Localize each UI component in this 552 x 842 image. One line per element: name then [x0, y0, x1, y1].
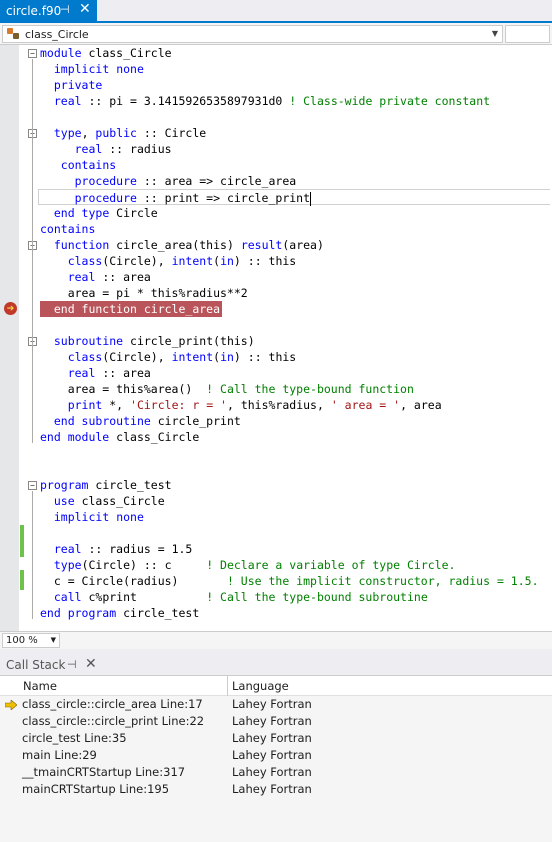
- column-divider[interactable]: [227, 676, 228, 696]
- changed-lines-bar: [20, 570, 24, 590]
- code-line[interactable]: use class_Circle: [40, 493, 165, 509]
- code-line[interactable]: private: [40, 77, 102, 93]
- code-line[interactable]: end subroutine circle_print: [40, 413, 241, 429]
- frame-name: mainCRTStartup Line:195: [22, 782, 170, 796]
- code-line[interactable]: procedure :: area => circle_area: [40, 173, 297, 189]
- frame-name: __tmainCRTStartup Line:317: [22, 765, 186, 779]
- code-line[interactable]: class(Circle), intent(in) :: this: [40, 253, 297, 269]
- document-tab-strip: circle.f90 ⊣ ✕: [0, 0, 552, 23]
- member-dropdown[interactable]: [505, 25, 550, 43]
- editor-status-bar: 100 % ▼: [0, 631, 552, 649]
- zoom-level: 100 %: [6, 635, 38, 646]
- code-line[interactable]: end module class_Circle: [40, 429, 199, 445]
- frame-language: Lahey Fortran: [232, 731, 312, 745]
- pin-icon[interactable]: ⊣: [67, 658, 77, 671]
- code-line[interactable]: real :: radius: [40, 141, 172, 157]
- frame-name: class_circle::circle_area Line:17: [22, 697, 203, 711]
- code-line[interactable]: implicit none: [40, 509, 144, 525]
- call-stack-row[interactable]: main Line:29 Lahey Fortran: [0, 747, 552, 764]
- zoom-dropdown[interactable]: 100 % ▼: [2, 633, 60, 648]
- column-header-name[interactable]: Name: [23, 679, 57, 693]
- code-line[interactable]: program circle_test: [40, 477, 172, 493]
- code-line[interactable]: c = Circle(radius) ! Use the implicit co…: [40, 573, 539, 589]
- close-icon[interactable]: ✕: [85, 656, 97, 672]
- call-stack-row[interactable]: circle_test Line:35 Lahey Fortran: [0, 730, 552, 747]
- code-line[interactable]: call c%print ! Call the type-bound subro…: [40, 589, 428, 605]
- call-stack-title: Call Stack: [6, 658, 66, 672]
- frame-language: Lahey Fortran: [232, 782, 312, 796]
- frame-language: Lahey Fortran: [232, 748, 312, 762]
- chevron-down-icon: ▼: [50, 636, 56, 644]
- code-line[interactable]: area = pi * this%radius**2: [40, 285, 248, 301]
- code-line[interactable]: print *, 'Circle: r = ', this%radius, ' …: [40, 397, 442, 413]
- frame-language: Lahey Fortran: [232, 697, 312, 711]
- code-line[interactable]: subroutine circle_print(this): [40, 333, 255, 349]
- code-line[interactable]: real :: pi = 3.1415926535897931d0 ! Clas…: [40, 93, 490, 109]
- code-line[interactable]: area = this%area() ! Call the type-bound…: [40, 381, 414, 397]
- code-line[interactable]: function circle_area(this) result(area): [40, 237, 324, 253]
- code-line[interactable]: real :: area: [40, 269, 151, 285]
- scope-dropdown-value: class_Circle: [25, 27, 89, 41]
- code-line[interactable]: procedure :: print => circle_print: [38, 189, 550, 206]
- frame-language: Lahey Fortran: [232, 714, 312, 728]
- code-line[interactable]: module class_Circle: [40, 45, 172, 61]
- call-stack-title-bar: Call Stack ⊣ ✕: [0, 654, 552, 676]
- class-icon: [7, 28, 21, 40]
- code-line[interactable]: real :: area: [40, 365, 151, 381]
- call-stack-header: Name Language: [0, 676, 552, 696]
- code-line[interactable]: real :: radius = 1.5: [40, 541, 192, 557]
- code-line[interactable]: contains: [40, 221, 95, 237]
- pin-icon[interactable]: ⊣: [60, 3, 70, 16]
- collapse-icon[interactable]: −: [28, 481, 37, 490]
- frame-name: circle_test Line:35: [22, 731, 127, 745]
- code-line[interactable]: class(Circle), intent(in) :: this: [40, 349, 297, 365]
- changed-lines-bar: [20, 525, 24, 557]
- navigation-bar: class_Circle ▼: [0, 23, 552, 45]
- fold-guide: [32, 59, 33, 443]
- close-icon[interactable]: ✕: [79, 1, 91, 17]
- current-frame-arrow-icon: [4, 699, 18, 711]
- column-header-language[interactable]: Language: [232, 679, 289, 693]
- code-editor[interactable]: ➔ − − − − − module class_Circle implicit…: [0, 45, 552, 631]
- code-line[interactable]: end function circle_area: [40, 301, 223, 317]
- code-line[interactable]: type, public :: Circle: [40, 125, 206, 141]
- call-stack-row[interactable]: __tmainCRTStartup Line:317 Lahey Fortran: [0, 764, 552, 781]
- chevron-down-icon: ▼: [491, 29, 498, 38]
- code-line[interactable]: implicit none: [40, 61, 144, 77]
- document-tab-title: circle.f90: [6, 3, 62, 18]
- code-line[interactable]: type(Circle) :: c ! Declare a variable o…: [40, 557, 456, 573]
- indicator-margin: [0, 45, 19, 631]
- current-statement-arrow-icon[interactable]: ➔: [4, 302, 17, 315]
- call-stack-row[interactable]: mainCRTStartup Line:195 Lahey Fortran: [0, 781, 552, 798]
- fold-guide: [32, 491, 33, 619]
- collapse-icon[interactable]: −: [28, 49, 37, 58]
- call-stack-row[interactable]: class_circle::circle_print Line:22 Lahey …: [0, 713, 552, 730]
- call-stack-row[interactable]: class_circle::circle_area Line:17 Lahey F…: [0, 696, 552, 713]
- code-line[interactable]: end type Circle: [40, 205, 158, 221]
- frame-name: main Line:29: [22, 748, 97, 762]
- document-tab[interactable]: circle.f90 ⊣ ✕: [0, 0, 97, 21]
- scope-dropdown[interactable]: class_Circle ▼: [2, 25, 503, 43]
- code-line[interactable]: end program circle_test: [40, 605, 199, 621]
- frame-language: Lahey Fortran: [232, 765, 312, 779]
- call-stack-panel: Name Language class_circle::circle_area …: [0, 676, 552, 842]
- code-line[interactable]: contains: [40, 157, 116, 173]
- frame-name: class_circle::circle_print Line:22: [22, 714, 205, 728]
